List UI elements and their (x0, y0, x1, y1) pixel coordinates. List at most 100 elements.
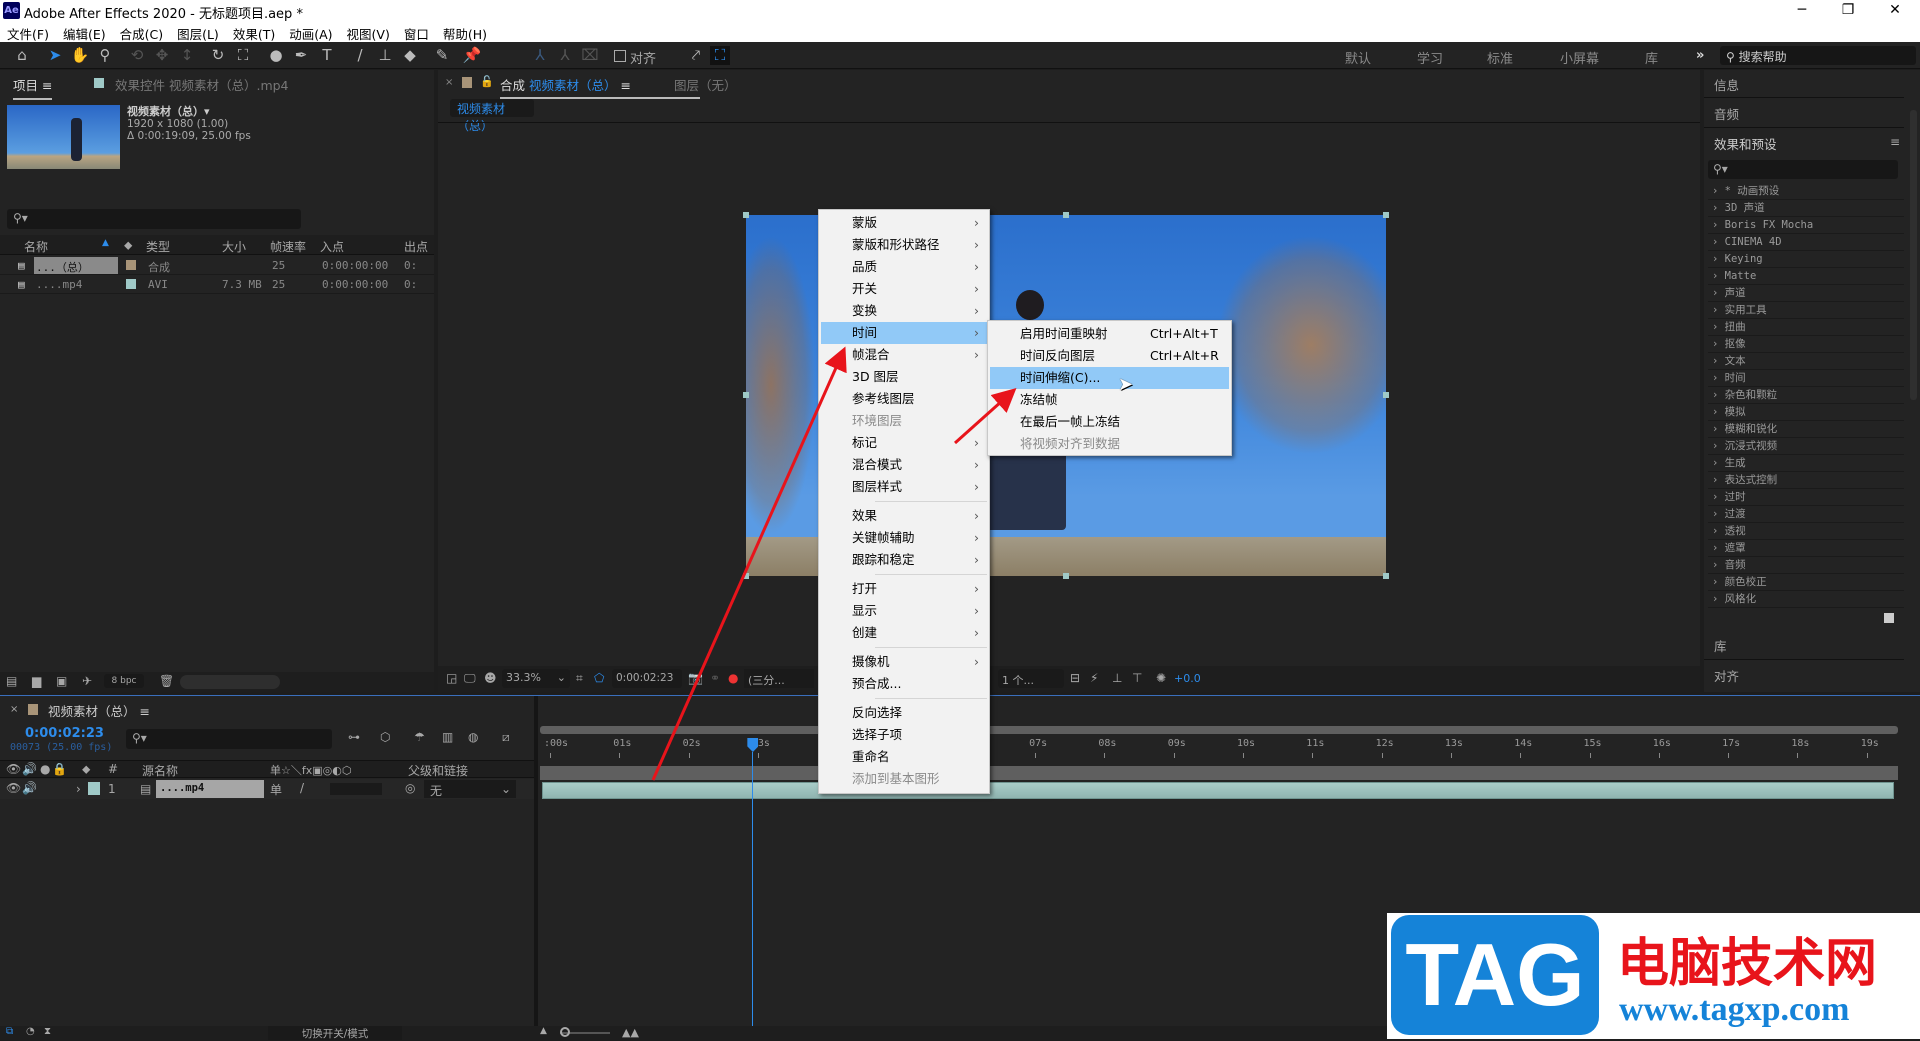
submenu-item[interactable]: 启用时间重映射 Ctrl+Alt+T (990, 323, 1229, 345)
context-menu-item[interactable]: 预合成... (821, 673, 987, 695)
snap-options-icon[interactable]: ⤤ (686, 46, 706, 65)
menu-5[interactable]: 动画(A) (282, 22, 339, 42)
tab-project[interactable]: 项目 ≡ (13, 75, 53, 100)
effects-category-item[interactable]: › Boris FX Mocha (1708, 217, 1904, 234)
column-in[interactable]: 入点 (320, 238, 344, 255)
lock-icon[interactable]: 🔒 (52, 762, 67, 776)
parent-column[interactable]: 父级和链接 (408, 762, 468, 779)
menu-4[interactable]: 效果(T) (226, 22, 282, 42)
workspace-small-screen[interactable]: 小屏幕 (1560, 48, 1599, 67)
label-color-swatch[interactable] (88, 782, 100, 795)
effects-category-item[interactable]: › 时间 (1708, 370, 1904, 387)
motion-blur-icon[interactable]: ◍ (468, 730, 478, 744)
comp-breadcrumb[interactable]: 视频素材（总） (450, 99, 534, 133)
context-menu-item[interactable]: 图层样式 › (821, 476, 987, 498)
effects-category-item[interactable]: › CINEMA 4D (1708, 234, 1904, 251)
column-name[interactable]: 名称 (24, 238, 48, 255)
panel-menu-icon[interactable]: ≡ (1890, 135, 1900, 149)
tab-timeline[interactable]: 视频素材（总） ≡ (48, 701, 150, 720)
item-name[interactable]: 视频素材（总）▾ (127, 103, 210, 119)
sort-ascending-icon[interactable]: ▲ (102, 238, 109, 248)
zoom-in-icon[interactable]: ▲▲ (622, 1026, 639, 1039)
context-menu-item[interactable]: 品质 › (821, 256, 987, 278)
effects-search-input[interactable]: ⚲▾ (1708, 160, 1898, 179)
effects-category-item[interactable]: › 模拟 (1708, 404, 1904, 421)
label-icon[interactable]: ⬥ (82, 762, 90, 777)
hand-tool-icon[interactable]: ✋ (70, 46, 90, 65)
project-scrollbar[interactable] (180, 675, 280, 689)
work-area-bar[interactable] (540, 726, 1898, 734)
exposure-value[interactable]: +0.0 (1174, 672, 1201, 685)
effects-category-item[interactable]: › 沉浸式视频 (1708, 438, 1904, 455)
context-menu-item[interactable]: 跟踪和稳定 › (821, 549, 987, 571)
resolution-dropdown[interactable]: (三分... (744, 669, 814, 688)
exposure-icon[interactable]: ✺ (1156, 671, 1166, 685)
effects-category-item[interactable]: › 音频 (1708, 557, 1904, 574)
context-menu-item[interactable]: 开关 › (821, 278, 987, 300)
viewer-timecode[interactable]: 0:00:02:23 (612, 669, 682, 688)
submenu-item[interactable]: 将视频对齐到数据 (990, 433, 1229, 455)
transform-handle[interactable] (1383, 212, 1389, 218)
context-menu-item[interactable]: 标记 › (821, 432, 987, 454)
context-menu-item[interactable]: 反向选择 (821, 702, 987, 724)
text-tool-icon[interactable]: T (317, 46, 337, 65)
panel-audio[interactable]: 音频 (1714, 104, 1739, 123)
close-tab-icon[interactable]: × (445, 77, 453, 88)
eye-icon[interactable]: 👁 (6, 781, 21, 795)
graph-editor-icon[interactable]: ⧄ (502, 730, 510, 745)
pen-tool-icon[interactable]: ✒ (291, 46, 311, 65)
eye-icon[interactable]: 👁 (6, 762, 21, 776)
rotate-tool-icon[interactable]: ↻ (208, 46, 228, 65)
region-icon[interactable]: ⬠ (594, 671, 604, 685)
context-menu-item[interactable]: 效果 › (821, 505, 987, 527)
switch-boxes[interactable] (330, 783, 382, 795)
context-menu-item[interactable]: 创建 › (821, 622, 987, 644)
effects-category-item[interactable]: › 过渡 (1708, 506, 1904, 523)
effects-category-item[interactable]: › 文本 (1708, 353, 1904, 370)
effects-category-item[interactable]: › 遮罩 (1708, 540, 1904, 557)
restore-button[interactable]: ❐ (1833, 2, 1863, 18)
context-menu-item[interactable]: 时间 › (821, 322, 987, 344)
context-menu-item[interactable]: 变换 › (821, 300, 987, 322)
show-snapshot-icon[interactable]: ⚭ (710, 671, 720, 685)
transform-handle[interactable] (743, 573, 749, 579)
brush-tool-icon[interactable]: / (350, 46, 370, 65)
transform-handle[interactable] (743, 212, 749, 218)
bit-depth-button[interactable]: 8 bpc (104, 674, 144, 688)
tab-composition[interactable]: 合成 视频素材（总） ≡ (500, 75, 700, 99)
effects-category-item[interactable]: › 透视 (1708, 523, 1904, 540)
panel-align[interactable]: 对齐 (1714, 666, 1739, 685)
effects-category-item[interactable]: › 3D 声道 (1708, 200, 1904, 217)
audio-icon[interactable]: 🔊 (22, 762, 37, 776)
panel-library[interactable]: 库 (1714, 636, 1727, 655)
context-menu-item[interactable]: 关键帧辅助 › (821, 527, 987, 549)
context-menu-item[interactable]: 摄像机 › (821, 651, 987, 673)
snap-checkbox[interactable] (614, 50, 626, 62)
menu-6[interactable]: 视图(V) (340, 22, 397, 42)
project-item-name[interactable]: ...（总） (34, 257, 118, 274)
workspace-standard[interactable]: 标准 (1487, 48, 1513, 67)
current-time[interactable]: 0:00:02:23 (25, 726, 104, 741)
effects-category-item[interactable]: › Matte (1708, 268, 1904, 285)
toggle-switches-modes-button[interactable]: 切换开关/模式 (268, 1026, 402, 1040)
ellipse-tool-icon[interactable]: ● (266, 46, 286, 65)
new-preset-icon[interactable] (1884, 613, 1894, 623)
effects-category-item[interactable]: › 抠像 (1708, 336, 1904, 353)
timeline-icon[interactable]: ⊥ (1112, 671, 1122, 685)
monitor-icon[interactable]: 🖵 (464, 671, 476, 686)
render-icon[interactable]: ✈ (82, 674, 92, 688)
home-icon[interactable]: ⌂ (12, 46, 32, 65)
project-item-name[interactable]: ....mp4 (34, 276, 118, 293)
grid-icon[interactable]: ⌗ (576, 671, 583, 686)
effects-category-item[interactable]: › Keying (1708, 251, 1904, 268)
stamp-tool-icon[interactable]: ⊥ (375, 46, 395, 65)
frame-blend-icon[interactable]: ▥ (442, 730, 453, 744)
submenu-item[interactable]: 时间伸缩(C)... (990, 367, 1229, 389)
mask-visibility-icon[interactable]: ☻ (484, 671, 497, 685)
in-out-icon[interactable]: ⧗ (44, 1026, 51, 1037)
tab-layer[interactable]: 图层（无） (674, 75, 737, 94)
fast-preview-icon[interactable]: ⚡ (1090, 671, 1098, 685)
menu-7[interactable]: 窗口 (397, 22, 436, 42)
context-menu-item[interactable]: 参考线图层 (821, 388, 987, 410)
context-menu-item[interactable]: 蒙版 › (821, 212, 987, 234)
